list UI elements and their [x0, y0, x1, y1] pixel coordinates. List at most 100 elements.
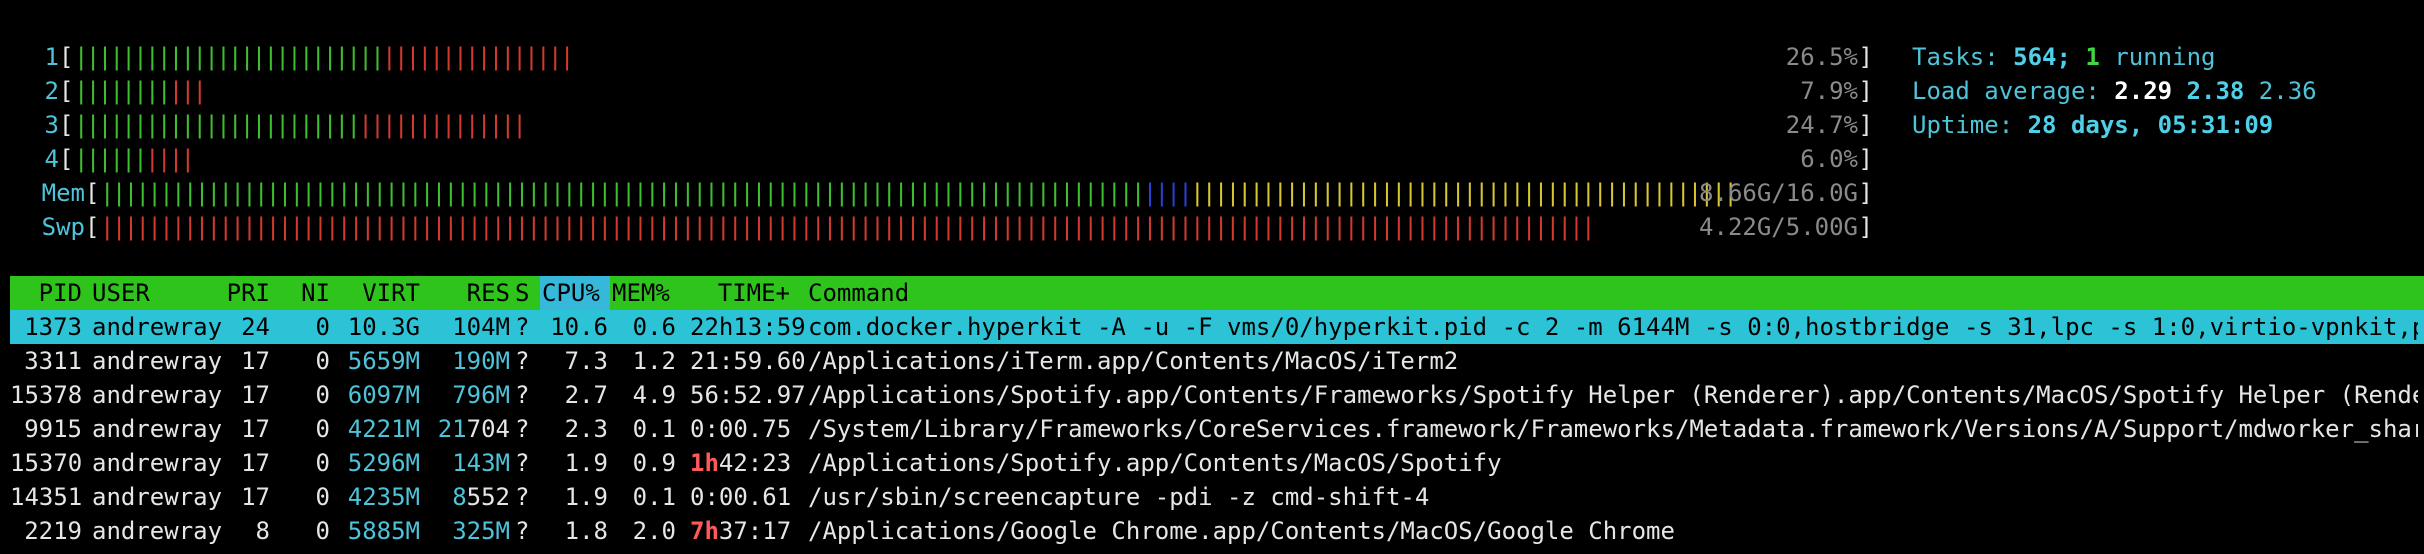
- cell-cpu: 1.8: [564, 517, 608, 545]
- cell-mem: 0.1: [632, 483, 676, 511]
- meter-value: 7.9%: [1800, 77, 1858, 105]
- virt-value: 4221M: [347, 415, 420, 443]
- time-hours: 1h: [690, 449, 719, 477]
- cell-res: 796M: [430, 378, 510, 412]
- res-value-high: 8: [452, 483, 467, 511]
- cell-cpu: 1.9: [564, 449, 608, 477]
- cell-ni: 0: [315, 517, 330, 545]
- meter-value: 26.5%: [1785, 43, 1858, 71]
- cell-user: andrewray: [92, 381, 223, 409]
- cell-state: ?: [515, 381, 530, 409]
- cell-pri: 8: [255, 517, 270, 545]
- cell-command: /Applications/Spotify.app/Contents/MacOS…: [808, 449, 1502, 477]
- cell-cpu: 2.7: [564, 381, 608, 409]
- meter-label: 3: [44, 111, 59, 139]
- cell-res: 104M: [430, 310, 510, 344]
- cell-pid: 3311: [24, 347, 82, 375]
- table-row[interactable]: 3311 andrewray 17 0 5659M 190M? 7.3 1.2 21:59.60…: [10, 344, 2424, 378]
- meter-bar-segment: ||||: [1142, 179, 1193, 207]
- column-header-pri[interactable]: PRI: [210, 276, 270, 310]
- cell-command: /System/Library/Frameworks/CoreServices.…: [808, 415, 2418, 443]
- tasks-line: Tasks: 564; 1 running: [1912, 40, 2215, 74]
- cell-time: 56:52.97: [690, 378, 806, 412]
- cell-pri: 17: [241, 415, 270, 443]
- cell-pid: 15378: [10, 381, 83, 409]
- cell-mem: 0.1: [632, 415, 676, 443]
- table-row[interactable]: 9915 andrewray 17 0 4221M 21704? 2.3 0.1 0:00.75…: [10, 412, 2424, 446]
- cell-user: andrewray: [92, 415, 223, 443]
- load-15min: 2.36: [2258, 77, 2317, 105]
- virt-value: 5885M: [347, 517, 420, 545]
- meter-value: 8.66G/16.0G: [1699, 179, 1858, 207]
- meter-bar-segment: ||||||||||||||||||||||||||||||||||||||||…: [100, 213, 1596, 241]
- cell-pri: 17: [241, 347, 270, 375]
- cell-mem: 0.6: [632, 313, 676, 341]
- column-header-pid[interactable]: PID: [10, 276, 82, 310]
- meter-bar-segment: ||||||||||||||||||||||||||||||||||||||||…: [1190, 179, 1738, 207]
- column-header-state[interactable]: S: [515, 276, 529, 310]
- table-row[interactable]: 14351 andrewray 17 0 4235M 8552? 1.9 0.1 0:00.61…: [10, 480, 2424, 514]
- meter-row: 3[||||||||||||||||||||||||||||||||||||||…: [35, 108, 1875, 142]
- meter-close-bracket: ]: [1858, 179, 1873, 207]
- table-row[interactable]: 2219 andrewray 8 0 5885M 325M? 1.8 2.0 7h37:17/A…: [10, 514, 2424, 548]
- meter-bars: ||||||||||||||||||||||||||||||||||||||||…: [74, 40, 574, 74]
- column-header-virt[interactable]: VIRT: [340, 276, 420, 310]
- load-5min: 2.38: [2186, 77, 2245, 105]
- table-row[interactable]: 15370 andrewray 17 0 5296M 143M? 1.9 0.9 1h42:23…: [10, 446, 2424, 480]
- cell-pid: 14351: [10, 483, 83, 511]
- cell-res: 143M: [430, 446, 510, 480]
- cell-command: /Applications/iTerm.app/Contents/MacOS/i…: [808, 347, 1459, 375]
- uptime-value: 28 days, 05:31:09: [2027, 111, 2274, 139]
- meter-bars: ||||||||||||||||||||||||||||||||||||||||…: [100, 210, 1596, 244]
- time-value: 21:59.60: [690, 347, 806, 375]
- cell-res: 190M: [430, 344, 510, 378]
- cell-pid: 2219: [24, 517, 82, 545]
- virt-value: 6097M: [347, 381, 420, 409]
- column-header-cpu[interactable]: CPU%: [540, 276, 610, 310]
- meter-label: 1: [44, 43, 59, 71]
- meter-bar-segment: ||||||||||||||||||||||||: [74, 111, 361, 139]
- meter-open-bracket: [: [59, 43, 74, 71]
- meter-label: Mem: [41, 179, 85, 207]
- meter-bars: ||||||||||||||||||||||||||||||||||||||: [74, 108, 527, 142]
- cell-command: com.docker.hyperkit -A -u -F vms/0/hyper…: [808, 313, 2418, 341]
- meter-row: 1[||||||||||||||||||||||||||||||||||||||…: [35, 40, 1875, 74]
- cell-ni: 0: [315, 313, 330, 341]
- meter-label: 4: [44, 145, 59, 173]
- column-header-res[interactable]: RES: [430, 276, 510, 310]
- meter-row: 4[|||||||||| 6.0%]: [35, 142, 1875, 176]
- cell-virt: 6097M: [340, 378, 420, 412]
- cell-time: 7h37:17: [690, 514, 791, 548]
- column-header-command[interactable]: Command: [808, 276, 909, 310]
- meter-value: 6.0%: [1800, 145, 1858, 173]
- cell-mem: 4.9: [632, 381, 676, 409]
- cell-state: ?: [515, 313, 530, 341]
- meter-bar-segment: ||||||||||||||||||||||||||||||||||||||||…: [100, 179, 1145, 207]
- meter-bar-segment: ||||||: [74, 145, 148, 173]
- cell-state: ?: [515, 483, 530, 511]
- table-row-selected[interactable]: 1373 andrewray 24 0 10.3G 104M? 10.6 0.6 22h13:5…: [10, 310, 2424, 344]
- table-row[interactable]: 15378 andrewray 17 0 6097M 796M? 2.7 4.9 56:52.9…: [10, 378, 2424, 412]
- res-value-high: 325M: [452, 517, 510, 545]
- column-header-mem[interactable]: MEM%: [612, 276, 670, 310]
- cell-user: andrewray: [92, 449, 223, 477]
- tasks-label: Tasks:: [1912, 43, 2014, 71]
- cell-ni: 0: [315, 449, 330, 477]
- cell-command: /Applications/Spotify.app/Contents/Frame…: [808, 381, 2418, 409]
- meter-bar-segment: ||||||||||||||||||||||||||: [74, 43, 385, 71]
- uptime-line: Uptime: 28 days, 05:31:09: [1912, 108, 2273, 142]
- cell-cpu: 1.9: [564, 483, 608, 511]
- meter-open-bracket: [: [85, 213, 100, 241]
- column-header-time[interactable]: TIME+: [700, 276, 790, 310]
- meter-open-bracket: [: [59, 77, 74, 105]
- column-header-ni[interactable]: NI: [280, 276, 330, 310]
- cell-time: 21:59.60: [690, 344, 806, 378]
- load-1min: 2.29: [2114, 77, 2173, 105]
- cell-mem: 2.0: [632, 517, 676, 545]
- time-value: 22h13:59: [690, 313, 806, 341]
- virt-value: 5296M: [347, 449, 420, 477]
- time-value: 56:52.97: [690, 381, 806, 409]
- cell-pri: 24: [241, 313, 270, 341]
- column-header-user[interactable]: USER: [92, 276, 150, 310]
- cell-pid: 9915: [24, 415, 82, 443]
